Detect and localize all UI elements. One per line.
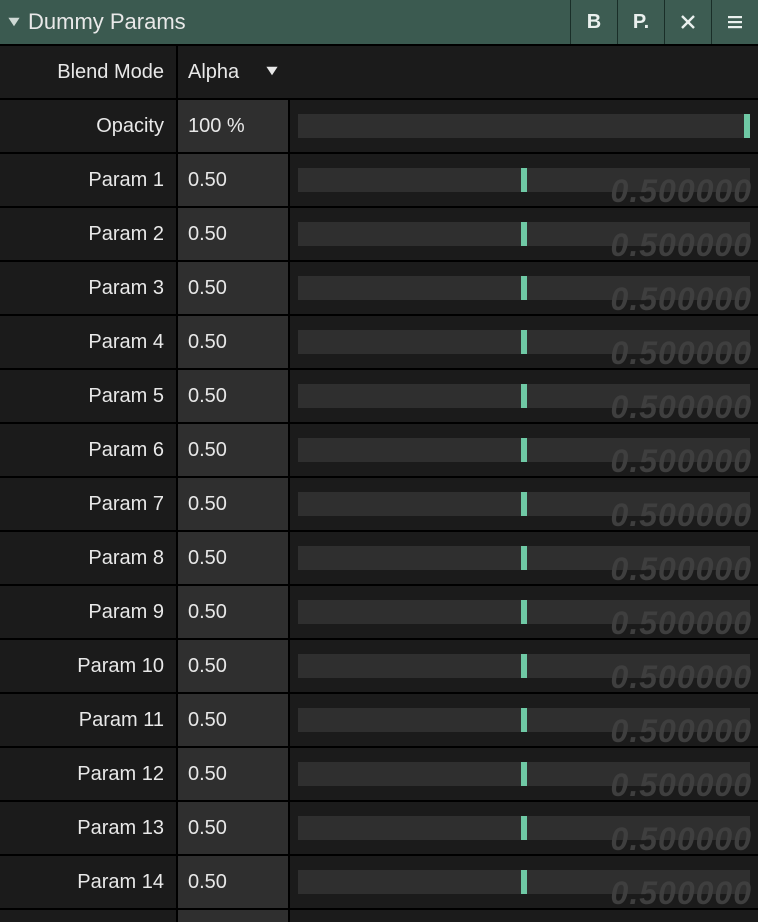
param-thumb[interactable] (521, 654, 527, 678)
param-value[interactable]: 0.50 (176, 856, 290, 908)
param-slider[interactable]: 0.500000 (290, 262, 758, 314)
panel-title: Dummy Params (28, 9, 570, 35)
param-slider[interactable]: 0.500000 (290, 424, 758, 476)
row-param: Param 90.500.500000 (0, 586, 758, 640)
param-thumb[interactable] (521, 870, 527, 894)
param-value[interactable]: 0.50 (176, 424, 290, 476)
param-value[interactable]: 0.50 (176, 262, 290, 314)
param-thumb[interactable] (521, 762, 527, 786)
triangle-down-icon (7, 15, 21, 29)
blend-mode-value: Alpha (188, 61, 239, 84)
blend-mode-dropdown[interactable]: Alpha (176, 46, 758, 98)
param-slider[interactable]: 0.500000 (290, 802, 758, 854)
row-param: Param 30.500.500000 (0, 262, 758, 316)
param-slider[interactable]: 0.500000 (290, 154, 758, 206)
opacity-value[interactable]: 100 % (176, 100, 290, 152)
param-label: Param 9 (0, 586, 176, 638)
row-param: Param 50.500.500000 (0, 370, 758, 424)
blend-mode-label: Blend Mode (0, 46, 176, 98)
param-value[interactable]: 0.50 (176, 910, 290, 922)
param-thumb[interactable] (521, 546, 527, 570)
param-label: Param 6 (0, 424, 176, 476)
param-thumb[interactable] (521, 384, 527, 408)
param-value[interactable]: 0.50 (176, 532, 290, 584)
param-thumb[interactable] (521, 492, 527, 516)
bypass-button[interactable]: B (570, 0, 617, 44)
param-label: Param 13 (0, 802, 176, 854)
row-param: Param 60.500.500000 (0, 424, 758, 478)
param-label: Param 14 (0, 856, 176, 908)
row-param: Param 80.500.500000 (0, 532, 758, 586)
row-param: Param 130.500.500000 (0, 802, 758, 856)
param-value[interactable]: 0.50 (176, 694, 290, 746)
param-thumb[interactable] (521, 708, 527, 732)
param-thumb[interactable] (521, 276, 527, 300)
param-value[interactable]: 0.50 (176, 316, 290, 368)
param-value[interactable]: 0.50 (176, 208, 290, 260)
param-thumb[interactable] (521, 600, 527, 624)
opacity-label: Opacity (0, 100, 176, 152)
row-param: Param 110.500.500000 (0, 694, 758, 748)
row-opacity: Opacity 100 % (0, 100, 758, 154)
row-param: Param 10.500.500000 (0, 154, 758, 208)
hamburger-icon (725, 12, 745, 32)
param-label: Param 15 (0, 910, 176, 922)
param-slider[interactable]: 0.500000 (290, 910, 758, 922)
panel-header: Dummy Params B P. (0, 0, 758, 46)
row-param: Param 120.500.500000 (0, 748, 758, 802)
param-slider[interactable]: 0.500000 (290, 208, 758, 260)
param-slider[interactable]: 0.500000 (290, 370, 758, 422)
param-slider[interactable]: 0.500000 (290, 640, 758, 692)
menu-button[interactable] (711, 0, 758, 44)
param-value[interactable]: 0.50 (176, 586, 290, 638)
param-label: Param 10 (0, 640, 176, 692)
opacity-thumb[interactable] (744, 114, 750, 138)
param-label: Param 3 (0, 262, 176, 314)
param-label: Param 7 (0, 478, 176, 530)
row-param: Param 150.500.500000 (0, 910, 758, 922)
close-icon (678, 12, 698, 32)
param-label: Param 5 (0, 370, 176, 422)
param-slider[interactable]: 0.500000 (290, 748, 758, 800)
header-buttons: B P. (570, 0, 758, 44)
row-blend-mode: Blend Mode Alpha (0, 46, 758, 100)
param-value[interactable]: 0.50 (176, 640, 290, 692)
param-label: Param 1 (0, 154, 176, 206)
param-label: Param 4 (0, 316, 176, 368)
close-button[interactable] (664, 0, 711, 44)
param-thumb[interactable] (521, 222, 527, 246)
disclosure-toggle[interactable] (0, 15, 28, 29)
param-thumb[interactable] (521, 168, 527, 192)
row-param: Param 140.500.500000 (0, 856, 758, 910)
param-slider[interactable]: 0.500000 (290, 478, 758, 530)
param-value[interactable]: 0.50 (176, 802, 290, 854)
param-thumb[interactable] (521, 438, 527, 462)
effect-panel: Dummy Params B P. (0, 0, 758, 922)
param-thumb[interactable] (521, 816, 527, 840)
row-param: Param 100.500.500000 (0, 640, 758, 694)
param-label: Param 11 (0, 694, 176, 746)
row-param: Param 20.500.500000 (0, 208, 758, 262)
presets-button[interactable]: P. (617, 0, 664, 44)
param-value[interactable]: 0.50 (176, 478, 290, 530)
param-slider[interactable]: 0.500000 (290, 586, 758, 638)
param-slider[interactable]: 0.500000 (290, 856, 758, 908)
param-label: Param 2 (0, 208, 176, 260)
param-slider[interactable]: 0.500000 (290, 316, 758, 368)
param-value[interactable]: 0.50 (176, 370, 290, 422)
param-value[interactable]: 0.50 (176, 748, 290, 800)
chevron-down-icon (265, 61, 279, 84)
param-value[interactable]: 0.50 (176, 154, 290, 206)
row-param: Param 40.500.500000 (0, 316, 758, 370)
param-label: Param 8 (0, 532, 176, 584)
param-slider[interactable]: 0.500000 (290, 694, 758, 746)
param-label: Param 12 (0, 748, 176, 800)
param-slider[interactable]: 0.500000 (290, 532, 758, 584)
param-thumb[interactable] (521, 330, 527, 354)
opacity-slider[interactable] (290, 100, 758, 152)
row-param: Param 70.500.500000 (0, 478, 758, 532)
